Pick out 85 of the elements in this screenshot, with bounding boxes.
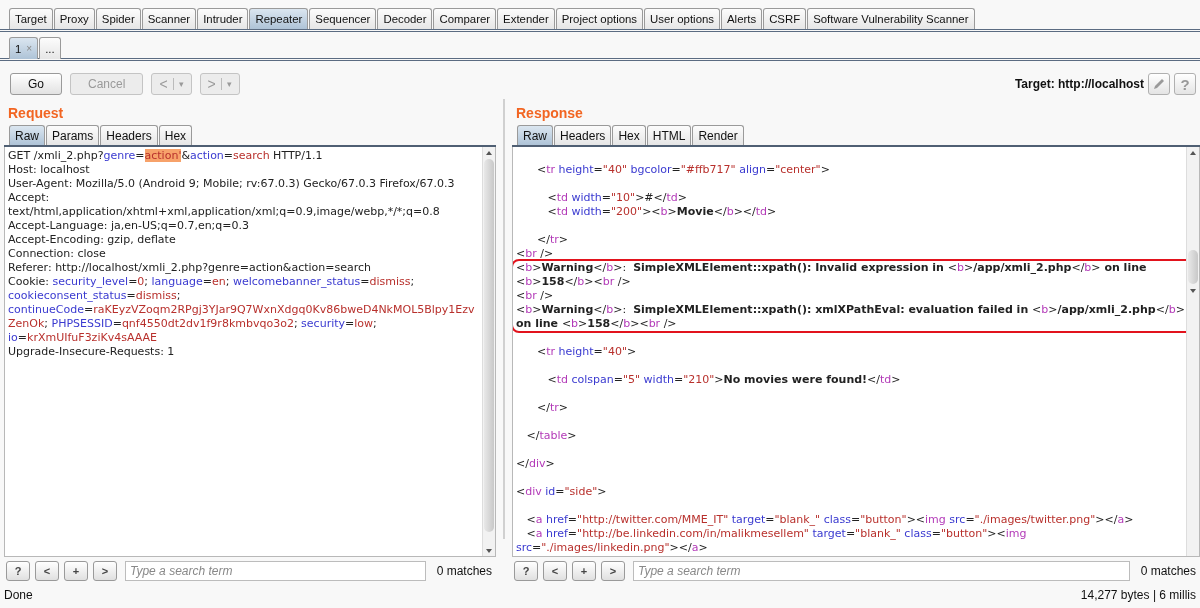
splitter-handle[interactable] <box>503 99 505 539</box>
tab[interactable]: Extender <box>497 8 555 29</box>
code-line: <td width="200"><b>Movie</b></td> <box>546 205 778 219</box>
code-line: <tr height="40"> <box>535 345 638 359</box>
code-editor[interactable] <box>512 147 1200 557</box>
status-text: Done <box>4 588 33 602</box>
code-line: on line <b>158</b><br /> <box>516 317 678 331</box>
code-line: </table> <box>525 429 578 443</box>
search-bar-button[interactable]: + <box>572 561 596 581</box>
code-line: <b>Warning</b>: SimpleXMLElement::xpath(): Invalid expression in <b>/app/xmli_2.php</b> on line <box>516 261 1148 275</box>
toolbar-button[interactable]: Go <box>10 73 62 95</box>
code-line: Accept-Language: ja,en-US;q=0.7,en;q=0.3 <box>8 219 251 233</box>
tab[interactable]: Headers <box>554 125 612 145</box>
code-line: Cookie: security_level=0; language=en; welcomebanner_status=dismiss; <box>8 275 416 289</box>
scrollbar[interactable] <box>1186 147 1199 556</box>
tab[interactable]: User options <box>644 8 720 29</box>
code-line: Accept: <box>8 191 51 205</box>
code-line: </tr> <box>535 233 569 247</box>
code-line: cookieconsent_status=dismiss; <box>8 289 182 303</box>
code-line: <div id="side"> <box>516 485 608 499</box>
tab[interactable]: Project options <box>555 8 644 29</box>
code-line: src="./images/linkedin.png"></a> <box>516 541 709 555</box>
target-label: Target: http://localhost <box>1014 77 1144 91</box>
code-line: </div> <box>516 457 556 471</box>
tab[interactable]: Repeater <box>249 8 309 29</box>
response-stats: 14,277 bytes | 6 millis <box>1080 588 1196 602</box>
tab[interactable]: Software Vulnerability Scanner <box>807 8 975 29</box>
code-line: Accept-Encoding: gzip, deflate <box>8 233 177 247</box>
tab[interactable]: Hex <box>158 125 193 145</box>
code-line: <b>158</b><br /> <box>516 275 632 289</box>
tab[interactable]: Params <box>46 125 100 145</box>
tab[interactable]: 1 × <box>9 37 39 59</box>
pane-title: Response <box>515 104 584 123</box>
search-field[interactable]: Type a search term <box>125 561 426 581</box>
code-line: <a href="http://be.linkedin.com/in/malikmesellem" target="blank_" class="button"><img <box>525 527 1028 541</box>
code-line: io=krXmUIfuF3ziKv4sAAAE <box>8 331 159 345</box>
code-line: <br /> <box>516 247 555 261</box>
search-bar-button[interactable]: > <box>93 561 117 581</box>
search-bar-button[interactable]: < <box>543 561 567 581</box>
tab[interactable]: Raw <box>517 125 553 145</box>
code-line: Host: localhost <box>8 163 91 177</box>
code-line: <tr height="40" bgcolor="#ffb717" align="center"> <box>535 163 831 177</box>
code-line: text/html,application/xhtml+xml,application/xml;q=0.9,image/webp,*/*;q=0.8 <box>8 205 441 219</box>
edit-button[interactable] <box>1148 73 1170 95</box>
match-count: 0 matches <box>435 564 493 578</box>
code-line: User-Agent: Mozilla/5.0 (Android 9; Mobile; rv:67.0.3) Gecko/67.0.3 Firefox/67.0.3 <box>8 177 456 191</box>
code-line: <br /> <box>516 289 555 303</box>
search-bar-button[interactable]: ? <box>6 561 30 581</box>
tab[interactable]: Scanner <box>141 8 197 29</box>
tab[interactable]: Spider <box>95 8 141 29</box>
tab[interactable]: Sequencer <box>309 8 377 29</box>
code-line: continueCode=raKEyzVZoqm2RPgj3YJar9Q7WxnXdgq0Kv86bweD4NkMOL5Blpy1Ezv <box>8 303 476 317</box>
tab[interactable]: Render <box>692 125 744 145</box>
code-line: <td colspan="5" width="210">No movies were found!</td> <box>546 373 902 387</box>
search-bar-button[interactable]: > <box>601 561 625 581</box>
tab[interactable]: ... <box>39 37 61 59</box>
code-line: ZenOk; PHPSESSID=qnf4550dt2dv1f9r8kmbvqo3o2; security=low; <box>8 317 378 331</box>
tab[interactable]: Alerts <box>721 8 763 29</box>
code-line: Upgrade-Insecure-Requests: 1 <box>8 345 176 359</box>
pencil-icon <box>1153 78 1165 90</box>
search-bar-button[interactable]: < <box>35 561 59 581</box>
search-bar-button[interactable]: ? <box>514 561 538 581</box>
code-line: <a href="http://twitter.com/MME_IT" target="blank_" class="button"><img src="./images/twitter.png"></a> <box>525 513 1135 527</box>
code-line: <td width="10">#</td> <box>546 191 689 205</box>
code-line: GET /xmli_2.php?genre=action'&action=search HTTP/1.1 <box>8 149 324 163</box>
code-line: <b>Warning</b>: SimpleXMLElement::xpath(): xmlXPathEval: evaluation failed in <b>/app/xmli_2.php</b> <box>516 303 1185 317</box>
tab[interactable]: Hex <box>612 125 646 145</box>
code-editor[interactable] <box>4 147 496 557</box>
tab[interactable]: Headers <box>100 125 158 145</box>
tab[interactable]: Proxy <box>53 8 95 29</box>
tab[interactable]: Raw <box>9 125 45 145</box>
match-count: 0 matches <box>1139 564 1197 578</box>
tab[interactable]: Comparer <box>433 8 497 29</box>
scrollbar[interactable] <box>482 147 495 556</box>
code-line: Connection: close <box>8 247 107 261</box>
tab[interactable]: Intruder <box>197 8 249 29</box>
search-field[interactable]: Type a search term <box>633 561 1130 581</box>
code-line: Referer: http://localhost/xmli_2.php?genre=action&action=search <box>8 261 373 275</box>
code-line: </tr> <box>535 401 569 415</box>
tab[interactable]: CSRF <box>763 8 807 29</box>
tab[interactable]: HTML <box>646 125 692 145</box>
search-bar-button[interactable]: + <box>64 561 88 581</box>
tab[interactable]: Decoder <box>377 8 433 29</box>
pane-title: Request <box>7 104 65 123</box>
tab[interactable]: Target <box>9 8 53 29</box>
